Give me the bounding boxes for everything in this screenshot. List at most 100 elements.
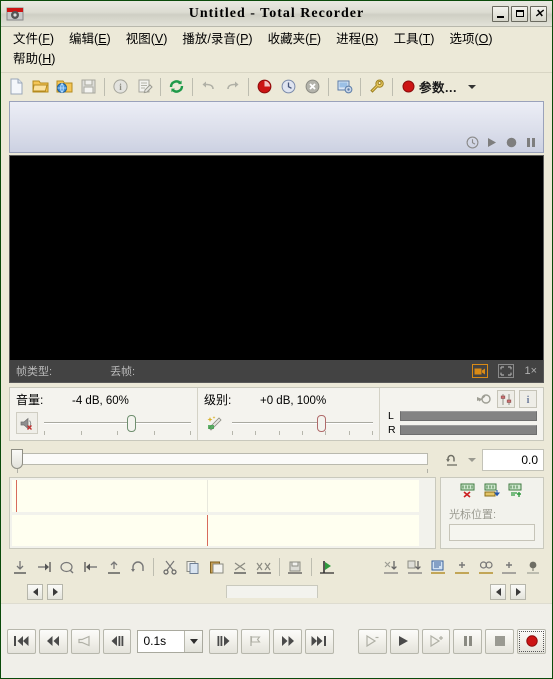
jump-back-icon[interactable]	[80, 556, 103, 579]
scroll-left-button[interactable]	[27, 584, 43, 600]
cut-icon[interactable]	[158, 556, 181, 579]
speaker-muted-icon[interactable]	[16, 412, 38, 434]
new-file-icon[interactable]	[5, 75, 28, 98]
waveform-track-lower[interactable]	[12, 514, 419, 546]
params-dropdown-caret-icon[interactable]	[467, 84, 476, 89]
rewind-button[interactable]	[38, 628, 68, 654]
file-info-icon[interactable]: i	[109, 75, 132, 98]
mix-down-icon[interactable]	[380, 556, 403, 579]
properties-list-icon[interactable]	[427, 556, 450, 579]
step-size-select[interactable]: 0.1s	[137, 629, 204, 653]
tools-wrench-icon[interactable]	[365, 75, 388, 98]
loop-region-icon[interactable]	[127, 556, 150, 579]
zoom-right-button[interactable]	[510, 584, 526, 600]
find-region-icon[interactable]	[474, 556, 497, 579]
loop-dropdown-caret-icon[interactable]	[468, 458, 476, 462]
menu-options[interactable]: 选项(O)	[443, 30, 501, 50]
skip-to-start-button[interactable]	[7, 628, 36, 654]
info-icon[interactable]: i	[519, 390, 537, 408]
copy-selection-icon[interactable]	[507, 482, 525, 498]
stop-icon	[494, 636, 505, 646]
redo-icon[interactable]	[221, 75, 244, 98]
play-from-mark-button[interactable]	[357, 628, 387, 654]
mix-save-icon[interactable]	[404, 556, 427, 579]
position-slider-thumb[interactable]	[11, 449, 23, 469]
mark-forward-button[interactable]	[241, 628, 271, 654]
params-button[interactable]: 参数...	[397, 74, 462, 99]
delete-all-icon[interactable]	[252, 556, 275, 579]
step-size-dropdown-button[interactable]	[184, 630, 203, 652]
refresh-convert-icon[interactable]	[165, 75, 188, 98]
menu-tools[interactable]: 工具(T)	[387, 30, 443, 50]
camera-icon[interactable]	[472, 364, 489, 378]
play-button[interactable]	[389, 628, 419, 654]
add-marker-icon[interactable]	[498, 556, 521, 579]
undo-icon[interactable]	[197, 75, 220, 98]
mixer-icon[interactable]	[497, 390, 515, 408]
select-region-icon[interactable]	[56, 556, 79, 579]
menu-play-record[interactable]: 播放/录音(P)	[176, 30, 261, 50]
position-tick-start	[17, 469, 18, 473]
save-selection-icon[interactable]	[284, 556, 307, 579]
menu-favorites[interactable]: 收藏夹(F)	[262, 30, 331, 50]
copy-icon[interactable]	[182, 556, 205, 579]
open-file-icon[interactable]	[29, 75, 52, 98]
toolbar-separator	[192, 77, 193, 96]
volume-value: -4 dB, 60%	[72, 395, 129, 407]
stop-button[interactable]	[485, 628, 515, 654]
scroll-right-button[interactable]	[47, 584, 63, 600]
schedule-clock-icon[interactable]	[277, 75, 300, 98]
open-web-icon[interactable]	[53, 75, 76, 98]
delete-selection-icon[interactable]	[459, 482, 477, 498]
maximize-button[interactable]	[511, 5, 528, 22]
cancel-icon[interactable]	[301, 75, 324, 98]
save-file-icon[interactable]	[77, 75, 100, 98]
step-forward-button[interactable]	[209, 628, 239, 654]
pause-button[interactable]	[453, 628, 483, 654]
menu-view[interactable]: 视图(V)	[120, 30, 177, 50]
video-zoom-level[interactable]: 1×	[524, 365, 537, 377]
volume-slider[interactable]	[44, 412, 191, 435]
set-mark-start-icon[interactable]	[103, 556, 126, 579]
fullscreen-icon[interactable]	[498, 364, 515, 378]
record-settings-icon[interactable]	[253, 75, 276, 98]
insert-selection-icon[interactable]	[483, 482, 501, 498]
menu-help[interactable]: 帮助(H)	[7, 50, 64, 70]
delete-selection-icon[interactable]	[229, 556, 252, 579]
paste-icon[interactable]	[205, 556, 228, 579]
cursor-position-input[interactable]	[449, 524, 535, 541]
record-button[interactable]	[517, 628, 547, 654]
menu-process[interactable]: 进程(R)	[330, 30, 387, 50]
level-slider-thumb[interactable]	[317, 415, 327, 432]
horn-button[interactable]	[70, 628, 100, 654]
minimize-button[interactable]	[492, 5, 509, 22]
volume-slider-thumb[interactable]	[127, 415, 137, 432]
level-slider[interactable]	[232, 412, 373, 435]
edit-properties-icon[interactable]	[133, 75, 156, 98]
menu-edit[interactable]: 编辑(E)	[63, 30, 120, 50]
play-to-mark-button[interactable]	[421, 628, 451, 654]
video-display[interactable]	[10, 156, 543, 360]
zoom-left-button[interactable]	[490, 584, 506, 600]
zoom-range-handle[interactable]	[226, 585, 319, 598]
loop-icon[interactable]	[442, 450, 462, 470]
waveform-panel[interactable]	[9, 477, 436, 549]
link-channels-icon[interactable]	[475, 390, 493, 408]
step-back-button[interactable]	[102, 628, 132, 654]
position-slider[interactable]	[9, 447, 436, 473]
jump-forward-icon[interactable]	[33, 556, 56, 579]
go-to-start-icon[interactable]	[9, 556, 32, 579]
zoom-range-strip[interactable]	[67, 585, 486, 599]
play-marker-icon[interactable]	[316, 556, 339, 579]
time-position-field[interactable]: 0.0	[482, 449, 544, 471]
add-region-icon[interactable]	[451, 556, 474, 579]
edit-toolbar-separator	[279, 558, 281, 576]
menu-file[interactable]: 文件(F)	[7, 30, 63, 50]
split-settings-icon[interactable]	[333, 75, 356, 98]
close-button[interactable]: ✕	[530, 5, 547, 22]
waveform-track-upper[interactable]	[12, 480, 419, 512]
fast-forward-button[interactable]	[273, 628, 303, 654]
magic-wand-icon[interactable]	[204, 412, 226, 434]
balloon-icon[interactable]	[521, 556, 544, 579]
skip-to-end-button[interactable]	[305, 628, 334, 654]
